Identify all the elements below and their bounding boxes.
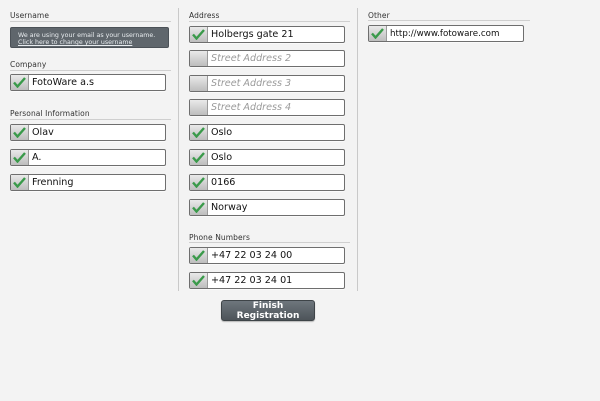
username-notice: We are using your email as your username…	[10, 27, 169, 48]
street3-input[interactable]	[208, 76, 341, 91]
company-checkbox[interactable]	[11, 75, 29, 90]
street1-input[interactable]	[208, 27, 341, 42]
region-input[interactable]	[208, 150, 341, 165]
region-checkbox[interactable]	[190, 150, 208, 165]
checkmark-icon	[371, 28, 384, 39]
section-title-phones: Phone Numbers	[189, 233, 250, 242]
last-name-field	[10, 174, 166, 191]
section-title-address: Address	[189, 11, 220, 20]
phone1-checkbox[interactable]	[190, 248, 208, 263]
first-name-field	[10, 124, 166, 141]
street1-field	[189, 26, 345, 43]
section-rule	[189, 242, 350, 243]
section-title-company: Company	[10, 60, 47, 69]
section-title-username: Username	[10, 11, 50, 20]
postal-code-checkbox[interactable]	[190, 175, 208, 190]
city-field	[189, 124, 345, 141]
first-name-input[interactable]	[29, 125, 162, 140]
section-rule	[10, 21, 171, 22]
middle-name-checkbox[interactable]	[11, 150, 29, 165]
phone2-input[interactable]	[208, 273, 341, 288]
street4-checkbox[interactable]	[190, 100, 208, 115]
city-input[interactable]	[208, 125, 341, 140]
postal-code-field	[189, 174, 345, 191]
section-rule	[189, 21, 350, 22]
checkmark-icon	[13, 177, 26, 188]
column-divider-left	[178, 8, 179, 291]
country-checkbox[interactable]	[190, 200, 208, 215]
section-rule	[10, 70, 171, 71]
region-field	[189, 149, 345, 166]
phone2-field	[189, 272, 345, 289]
checkmark-icon	[192, 127, 205, 138]
section-title-personal: Personal Information	[10, 109, 90, 118]
checkmark-icon	[192, 250, 205, 261]
country-input[interactable]	[208, 200, 341, 215]
street2-field	[189, 50, 345, 67]
column-divider-right	[357, 8, 358, 291]
last-name-input[interactable]	[29, 175, 162, 190]
section-rule	[368, 20, 530, 21]
postal-code-input[interactable]	[208, 175, 341, 190]
website-field	[368, 25, 524, 42]
first-name-checkbox[interactable]	[11, 125, 29, 140]
last-name-checkbox[interactable]	[11, 175, 29, 190]
street1-checkbox[interactable]	[190, 27, 208, 42]
checkmark-icon	[192, 177, 205, 188]
company-field	[10, 74, 166, 91]
city-checkbox[interactable]	[190, 125, 208, 140]
checkmark-icon	[192, 29, 205, 40]
checkmark-icon	[192, 275, 205, 286]
website-checkbox[interactable]	[369, 26, 387, 41]
middle-name-input[interactable]	[29, 150, 162, 165]
street2-input[interactable]	[208, 51, 341, 66]
checkmark-icon	[192, 202, 205, 213]
phone1-input[interactable]	[208, 248, 341, 263]
middle-name-field	[10, 149, 166, 166]
checkmark-icon	[192, 152, 205, 163]
section-title-other: Other	[368, 11, 390, 20]
street2-checkbox[interactable]	[190, 51, 208, 66]
website-input[interactable]	[387, 26, 520, 41]
street4-field	[189, 99, 345, 116]
street3-checkbox[interactable]	[190, 76, 208, 91]
company-input[interactable]	[29, 75, 162, 90]
checkmark-icon	[13, 152, 26, 163]
checkmark-icon	[13, 127, 26, 138]
username-notice-text: We are using your email as your username…	[18, 32, 156, 39]
phone1-field	[189, 247, 345, 264]
street3-field	[189, 75, 345, 92]
phone2-checkbox[interactable]	[190, 273, 208, 288]
section-rule	[10, 119, 171, 120]
finish-registration-button[interactable]: Finish Registration	[221, 300, 315, 321]
country-field	[189, 199, 345, 216]
street4-input[interactable]	[208, 100, 341, 115]
change-username-link[interactable]: Click here to change your username	[18, 39, 132, 46]
checkmark-icon	[13, 77, 26, 88]
